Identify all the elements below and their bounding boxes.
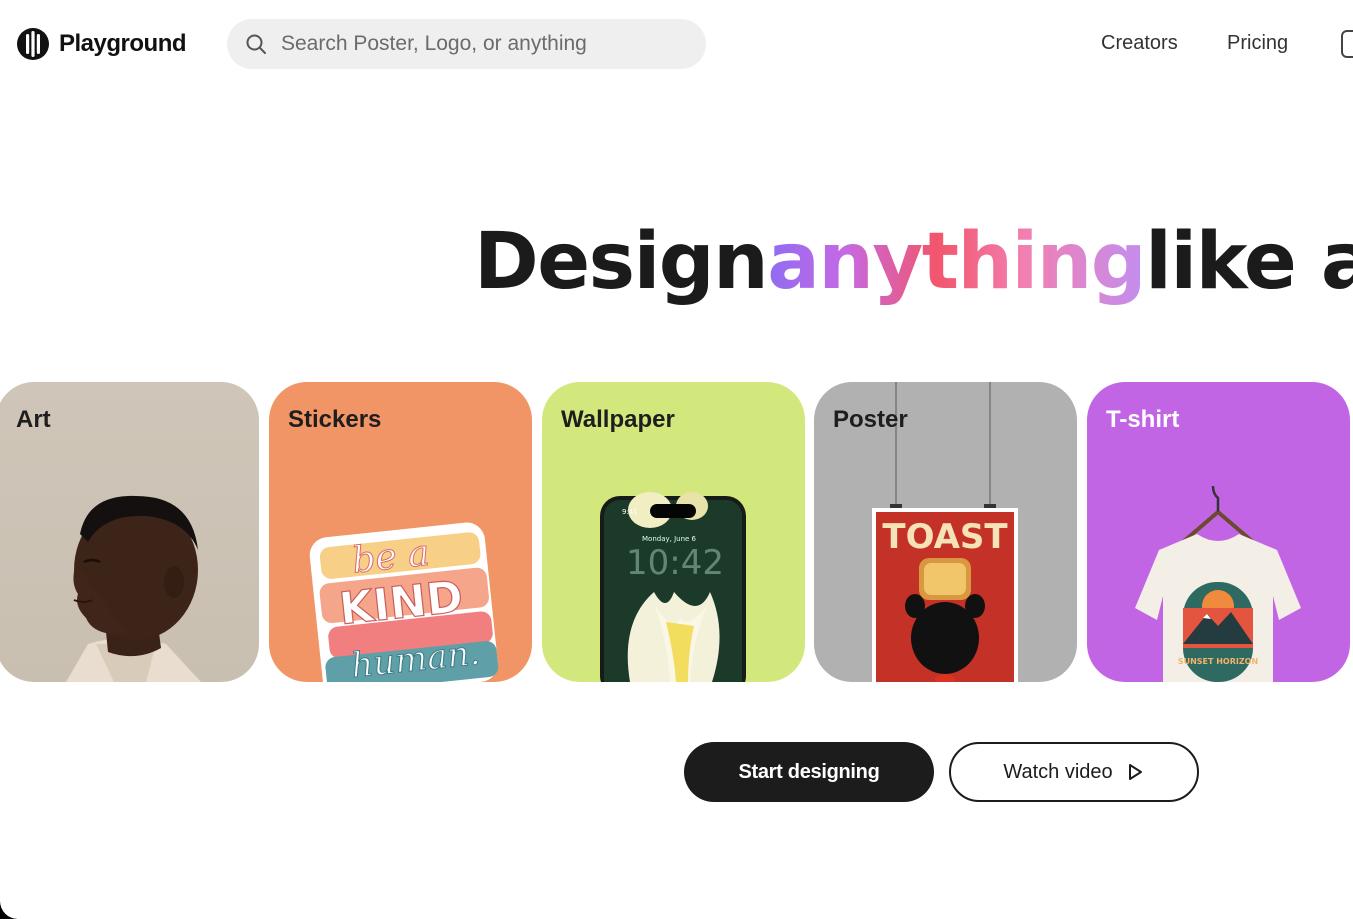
play-icon: [1128, 764, 1142, 780]
poster-title: TOAST: [882, 517, 1008, 557]
sticker-text-line1: be a: [350, 533, 431, 582]
category-card-art[interactable]: Art: [0, 382, 259, 682]
category-card-tshirt[interactable]: T-shirt SUNSET HORIZON: [1087, 382, 1350, 682]
card-label: Wallpaper: [561, 406, 675, 433]
hero-suffix: like a pr: [1145, 217, 1353, 307]
watch-video-label: Watch video: [1003, 760, 1113, 783]
hero-prefix: Design: [474, 217, 769, 307]
card-label: Stickers: [288, 406, 382, 433]
card-label: Poster: [833, 406, 908, 433]
search-input[interactable]: Search Poster, Logo, or anything: [227, 19, 706, 69]
start-designing-label: Start designing: [738, 760, 880, 783]
hero-heading: Designanythinglike a pr: [474, 217, 1353, 308]
phone-status-time: 9:41: [622, 508, 638, 516]
nav-creators[interactable]: Creators: [1101, 32, 1178, 55]
start-designing-button[interactable]: Start designing: [684, 742, 934, 802]
page: Playground Search Poster, Logo, or anyth…: [0, 0, 1353, 919]
watch-video-button[interactable]: Watch video: [949, 742, 1199, 802]
brand-logo[interactable]: Playground: [16, 27, 187, 61]
brand-name: Playground: [59, 30, 187, 57]
nav-button-partial[interactable]: [1341, 30, 1353, 58]
phone-date: Monday, June 6: [642, 535, 697, 543]
card-label: T-shirt: [1106, 406, 1180, 433]
playground-logo-icon: [17, 28, 49, 60]
tshirt-print-text: SUNSET HORIZON: [1178, 657, 1258, 666]
phone-clock: 10:42: [626, 543, 724, 583]
category-card-stickers[interactable]: Stickers be a KIND human.: [269, 382, 532, 682]
category-card-poster[interactable]: Poster TOAST: [814, 382, 1077, 682]
card-label: Art: [16, 406, 51, 433]
nav-pricing[interactable]: Pricing: [1227, 32, 1288, 55]
category-card-wallpaper[interactable]: Wallpaper 9:41 Monday, June 6 10:42: [542, 382, 805, 682]
hero-highlight: anything: [767, 217, 1146, 307]
search-icon: [246, 34, 266, 54]
search-placeholder: Search Poster, Logo, or anything: [281, 32, 587, 55]
